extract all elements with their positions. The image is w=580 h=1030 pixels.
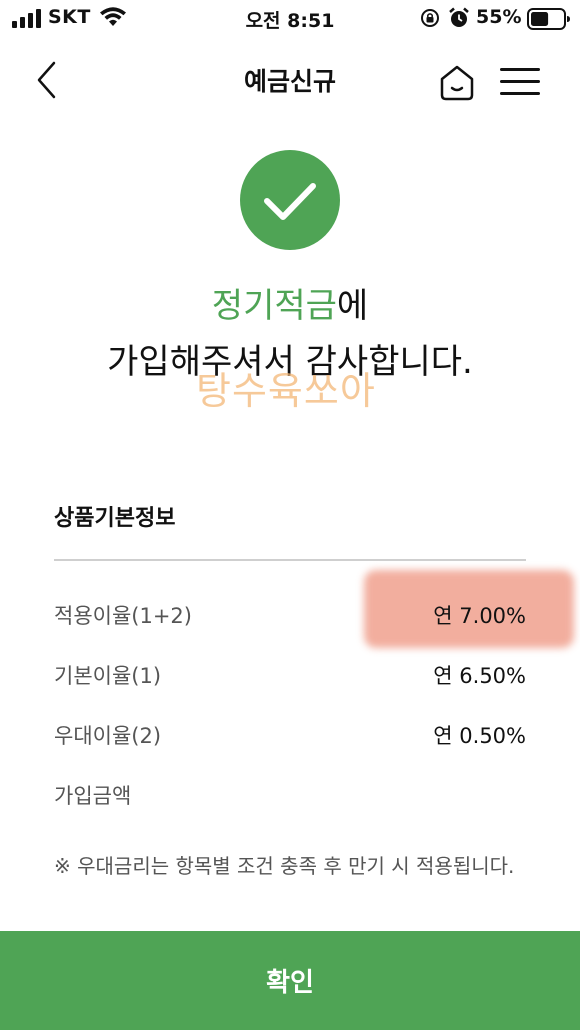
bonus-rate-label: 우대이율(2) <box>54 724 162 748</box>
battery-percent: 55% <box>476 6 522 28</box>
page-title: 예금신규 <box>243 67 336 96</box>
menu-button[interactable] <box>498 64 542 100</box>
nav-bar: 예금신규 <box>0 40 580 120</box>
success-message-suffix: 에 <box>336 286 369 326</box>
status-bar: SKT 오전 8:51 55% <box>0 0 580 40</box>
base-rate-value: 연 6.50% <box>433 664 526 688</box>
section-title: 상품기본정보 <box>54 506 176 531</box>
confirm-button[interactable]: 확인 <box>0 931 580 1030</box>
home-button[interactable] <box>436 62 478 104</box>
applied-rate-label: 적용이율(1+2) <box>54 604 192 628</box>
watermark-text: 탕수육쏘아 <box>196 369 376 413</box>
bonus-rate-value: 연 0.50% <box>433 724 526 748</box>
product-name: 정기적금 <box>211 286 337 326</box>
success-message-line1: 정기적금에 <box>0 284 580 328</box>
home-icon <box>440 65 474 101</box>
base-rate-label: 기본이율(1) <box>54 664 162 688</box>
deposit-amount-label: 가입금액 <box>54 784 132 808</box>
applied-rate-value: 연 7.00% <box>433 604 526 628</box>
alarm-icon <box>449 7 469 27</box>
lock-rotation-icon <box>421 9 439 27</box>
divider <box>54 559 526 561</box>
menu-icon <box>500 68 540 95</box>
battery-icon <box>527 8 570 30</box>
check-circle-icon <box>264 183 316 220</box>
success-check <box>240 150 340 250</box>
bonus-rate-note: ※ 우대금리는 항목별 조건 충족 후 만기 시 적용됩니다. <box>54 854 515 878</box>
